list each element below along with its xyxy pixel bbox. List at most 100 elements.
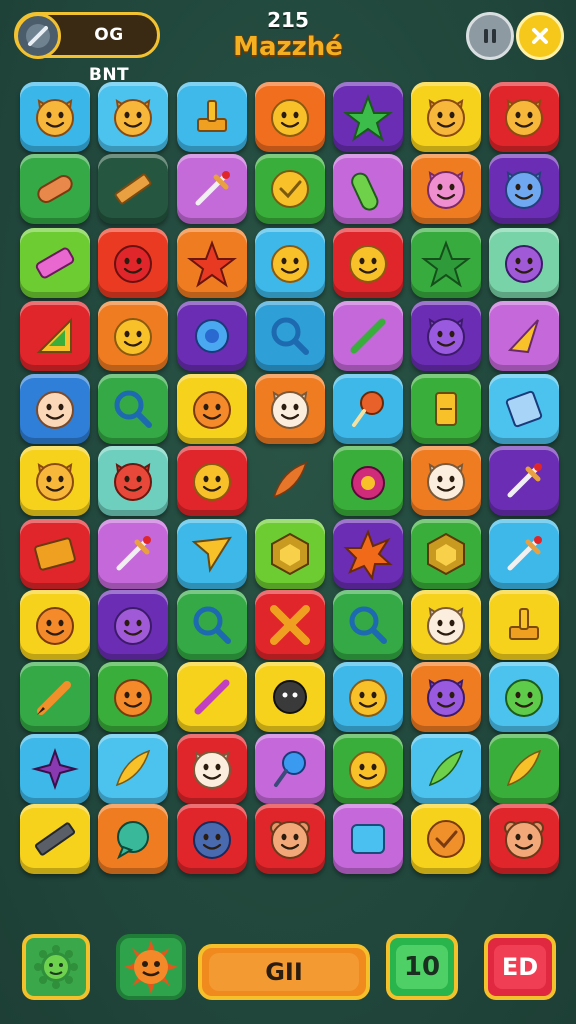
action-bar-button[interactable]: GII — [198, 944, 370, 1000]
board-tile[interactable] — [411, 228, 481, 298]
board-tile[interactable] — [333, 519, 403, 589]
pink-cat-icon — [427, 171, 465, 209]
board-tile[interactable] — [411, 446, 481, 516]
board-tile[interactable] — [98, 590, 168, 660]
board-tile[interactable] — [20, 446, 90, 516]
speech-bubble-icon — [116, 821, 149, 860]
board-tile[interactable] — [177, 446, 247, 516]
board-tile[interactable] — [177, 662, 247, 732]
board-tile[interactable] — [98, 662, 168, 732]
baby-face-icon — [36, 391, 74, 429]
board-tile[interactable] — [489, 804, 559, 874]
ruler-gray-icon — [34, 822, 76, 856]
board-tile[interactable] — [20, 154, 90, 224]
board-tile[interactable] — [20, 374, 90, 444]
board-tile[interactable] — [177, 301, 247, 371]
board-tile[interactable] — [255, 590, 325, 660]
board-tile[interactable] — [333, 374, 403, 444]
pause-button[interactable] — [466, 12, 514, 60]
board-tile[interactable] — [489, 519, 559, 589]
board-tile[interactable] — [489, 662, 559, 732]
board-tile[interactable] — [255, 804, 325, 874]
board-tile[interactable] — [98, 374, 168, 444]
board-tile[interactable] — [333, 301, 403, 371]
board-tile[interactable] — [411, 82, 481, 152]
close-button[interactable] — [516, 12, 564, 60]
board-tile[interactable] — [98, 154, 168, 224]
board-tile[interactable] — [177, 590, 247, 660]
board-tile[interactable] — [98, 228, 168, 298]
board-tile[interactable] — [177, 519, 247, 589]
board-tile[interactable] — [411, 154, 481, 224]
virus-booster-button[interactable] — [22, 934, 90, 1000]
board-tile[interactable] — [333, 154, 403, 224]
board-tile[interactable] — [20, 519, 90, 589]
board-tile[interactable] — [177, 734, 247, 804]
pink-tomato-icon — [351, 466, 385, 500]
board-tile[interactable] — [489, 446, 559, 516]
board-tile[interactable] — [255, 82, 325, 152]
board-tile[interactable] — [20, 662, 90, 732]
board-tile[interactable] — [333, 734, 403, 804]
board-tile[interactable] — [98, 519, 168, 589]
board-tile[interactable] — [489, 734, 559, 804]
arrow-head-icon — [507, 319, 539, 354]
lollipop-blue-icon — [274, 751, 306, 787]
board-tile[interactable] — [20, 804, 90, 874]
board-tile[interactable] — [177, 804, 247, 874]
board-tile[interactable] — [411, 374, 481, 444]
board-tile[interactable] — [411, 301, 481, 371]
moves-button[interactable]: 10 — [386, 934, 458, 1000]
cat-white-icon — [427, 463, 465, 501]
board-tile[interactable] — [98, 804, 168, 874]
board-tile[interactable] — [333, 82, 403, 152]
board-tile[interactable] — [255, 301, 325, 371]
orange-star-icon — [343, 529, 393, 580]
board-tile[interactable] — [255, 374, 325, 444]
board-tile[interactable] — [255, 662, 325, 732]
board-tile[interactable] — [177, 154, 247, 224]
blue-square-icon — [351, 824, 385, 854]
board-tile[interactable] — [177, 82, 247, 152]
board-tile[interactable] — [411, 519, 481, 589]
ed-button[interactable]: ED — [484, 934, 556, 1000]
board-tile[interactable] — [20, 228, 90, 298]
board-tile[interactable] — [411, 804, 481, 874]
board-tile[interactable] — [98, 446, 168, 516]
board-tile[interactable] — [98, 734, 168, 804]
board-tile[interactable] — [255, 446, 325, 516]
crown-block-icon — [509, 608, 539, 640]
board-tile[interactable] — [98, 301, 168, 371]
board-tile[interactable] — [98, 82, 168, 152]
board-tile[interactable] — [177, 228, 247, 298]
board-tile[interactable] — [489, 374, 559, 444]
board-tile[interactable] — [333, 662, 403, 732]
board-tile[interactable] — [333, 590, 403, 660]
board-tile[interactable] — [333, 804, 403, 874]
board-tile[interactable] — [255, 228, 325, 298]
board-tile[interactable] — [489, 590, 559, 660]
board-tile[interactable] — [177, 374, 247, 444]
wand-icon — [15, 13, 61, 59]
board-tile[interactable] — [20, 301, 90, 371]
board-tile[interactable] — [333, 446, 403, 516]
close-icon — [532, 28, 548, 44]
board-tile[interactable] — [489, 228, 559, 298]
ed-label: ED — [494, 945, 546, 989]
board-tile[interactable] — [255, 519, 325, 589]
board-tile[interactable] — [411, 734, 481, 804]
ruler-icon — [114, 173, 152, 205]
player-badge[interactable]: OG BNT — [14, 12, 160, 85]
board-tile[interactable] — [255, 734, 325, 804]
board-tile[interactable] — [20, 734, 90, 804]
board-tile[interactable] — [489, 301, 559, 371]
board-tile[interactable] — [255, 154, 325, 224]
board-tile[interactable] — [489, 154, 559, 224]
board-tile[interactable] — [20, 82, 90, 152]
board-tile[interactable] — [411, 662, 481, 732]
sun-booster-button[interactable] — [116, 934, 186, 1000]
board-tile[interactable] — [489, 82, 559, 152]
board-tile[interactable] — [411, 590, 481, 660]
board-tile[interactable] — [20, 590, 90, 660]
board-tile[interactable] — [333, 228, 403, 298]
